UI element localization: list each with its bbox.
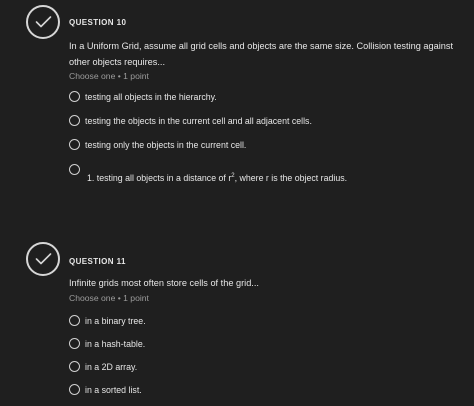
radio-button[interactable] [69,361,80,372]
answer-option-label: testing the objects in the current cell … [85,116,312,126]
check-icon [35,253,52,265]
question-meta: Choose one • 1 point [69,293,149,303]
radio-button[interactable] [69,115,80,126]
answer-option[interactable]: in a sorted list. [69,383,469,399]
answer-option-label: in a sorted list. [85,385,142,395]
question-meta: Choose one • 1 point [69,71,149,81]
answer-option-label: in a 2D array. [85,362,138,372]
answer-option[interactable]: testing the objects in the current cell … [69,114,469,130]
answer-option[interactable]: testing all objects in the hierarchy. [69,90,469,106]
check-icon [35,16,52,28]
radio-button[interactable] [69,139,80,150]
answer-option-label: in a hash-table. [85,339,146,349]
check-circle-icon [26,5,60,39]
answer-option-label: testing all objects in the hierarchy. [85,92,217,102]
answer-option[interactable]: in a hash-table. [69,337,469,353]
radio-button[interactable] [69,338,80,349]
radio-button[interactable] [69,384,80,395]
quiz-page: QUESTION 10 In a Uniform Grid, assume al… [0,0,474,406]
answer-option[interactable]: in a 2D array. [69,360,469,376]
radio-button[interactable] [69,315,80,326]
answer-option[interactable]: 1. testing all objects in a distance of … [69,163,469,191]
radio-button[interactable] [69,164,80,175]
answer-option-label: in a binary tree. [85,316,146,326]
question-text: Infinite grids most often store cells of… [69,278,259,288]
answer-option[interactable]: testing only the objects in the current … [69,138,469,154]
check-circle-icon [26,242,60,276]
question-text: In a Uniform Grid, assume all grid cells… [69,41,454,67]
answer-option[interactable]: in a binary tree. [69,314,469,330]
answer-option-label: 1. testing all objects in a distance of … [87,173,348,183]
radio-button[interactable] [69,91,80,102]
question-number: QUESTION 11 [69,257,126,266]
answer-option-label: testing only the objects in the current … [85,140,247,150]
question-number: QUESTION 10 [69,18,127,27]
